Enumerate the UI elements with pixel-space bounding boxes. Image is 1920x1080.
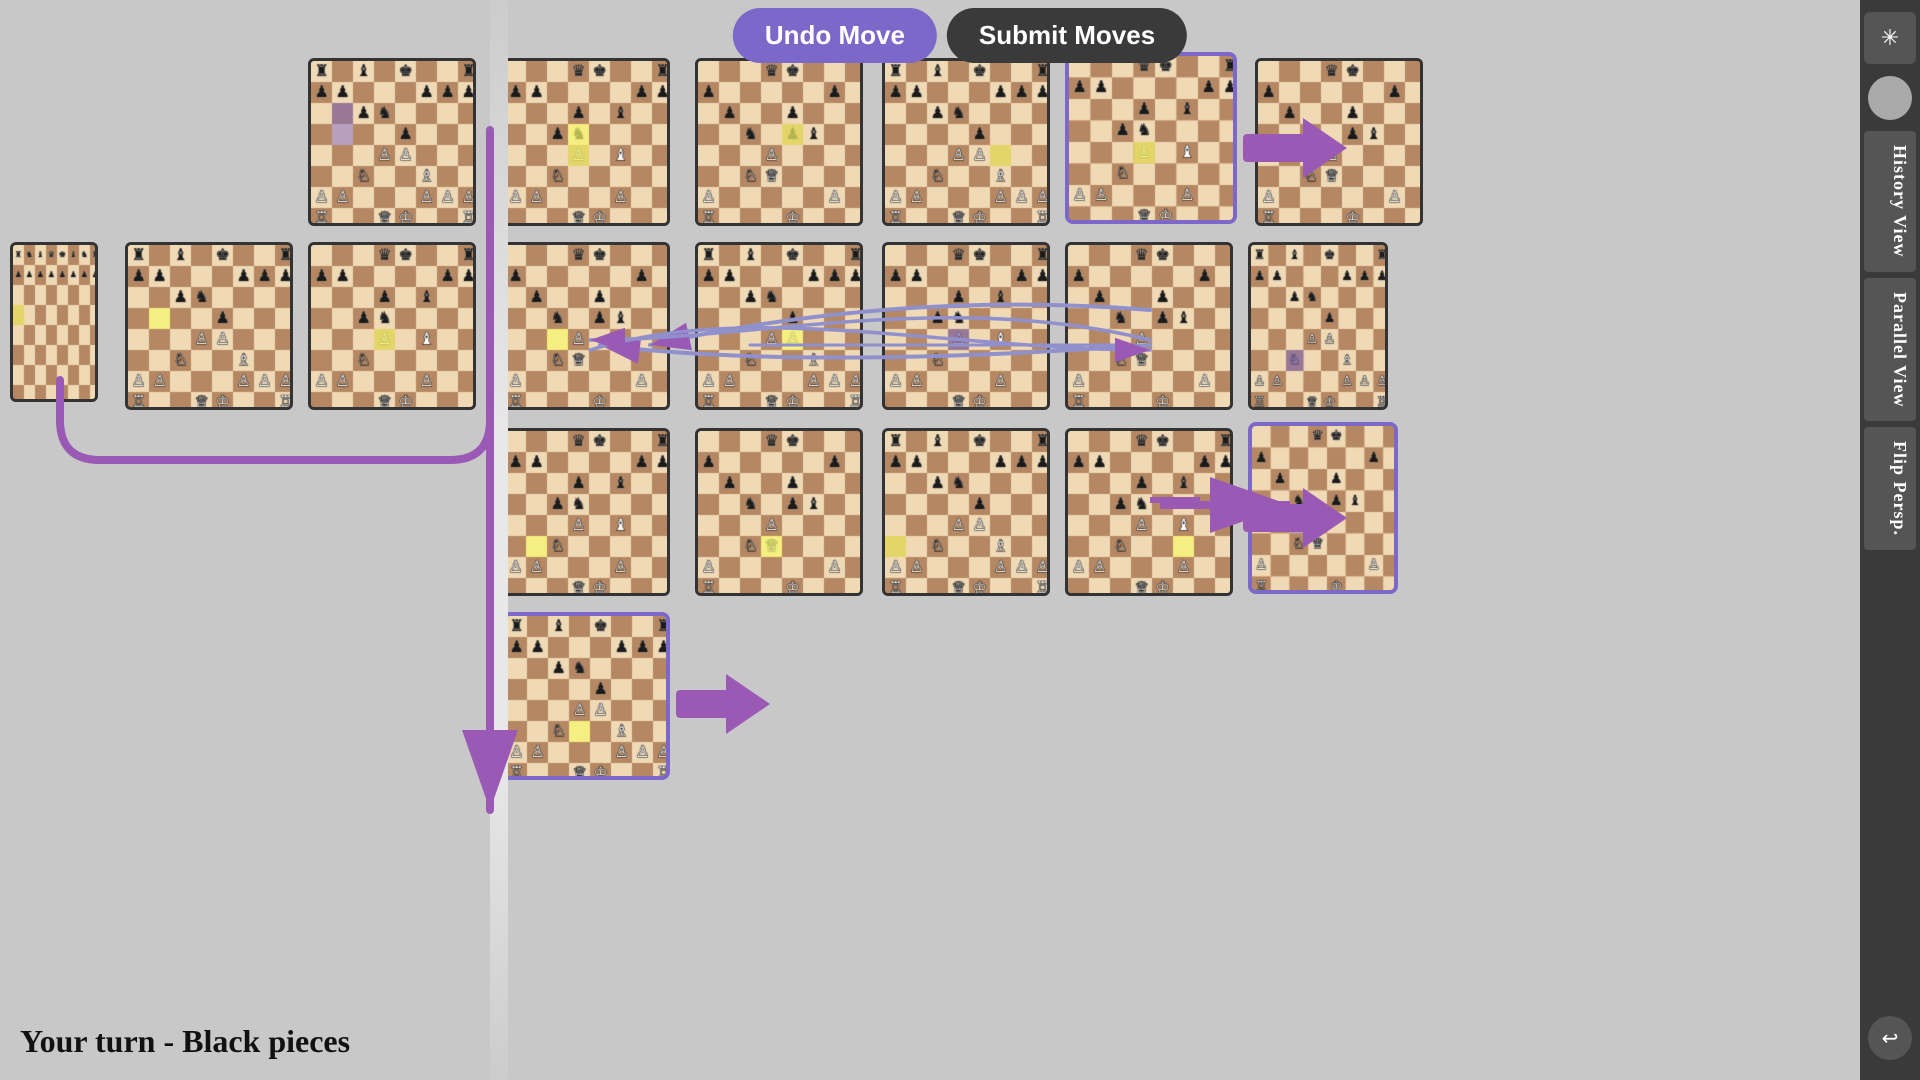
history-view-button[interactable]: History View [1864,131,1916,272]
arrow-right-r3 [1243,488,1347,548]
circle-button[interactable] [1868,76,1912,120]
status-text: Your turn - Black pieces [20,1023,350,1060]
undo-move-button[interactable]: Undo Move [733,8,937,63]
main-area [0,0,1860,1080]
back-button[interactable]: ↩ [1868,1016,1912,1060]
timeline-line [490,0,508,1080]
star-icon: ✳ [1881,25,1899,51]
arrow-right-r1 [1243,118,1347,178]
arrow-right-r4 [676,674,770,734]
star-button[interactable]: ✳ [1864,12,1916,64]
back-icon: ↩ [1882,1026,1899,1051]
parallel-view-button[interactable]: Parallel View [1864,278,1916,421]
submit-moves-button[interactable]: Submit Moves [947,8,1187,63]
flip-perspective-button[interactable]: Flip Persp. [1864,427,1916,550]
right-sidebar: ✳ History View Parallel View Flip Persp.… [1860,0,1920,1080]
